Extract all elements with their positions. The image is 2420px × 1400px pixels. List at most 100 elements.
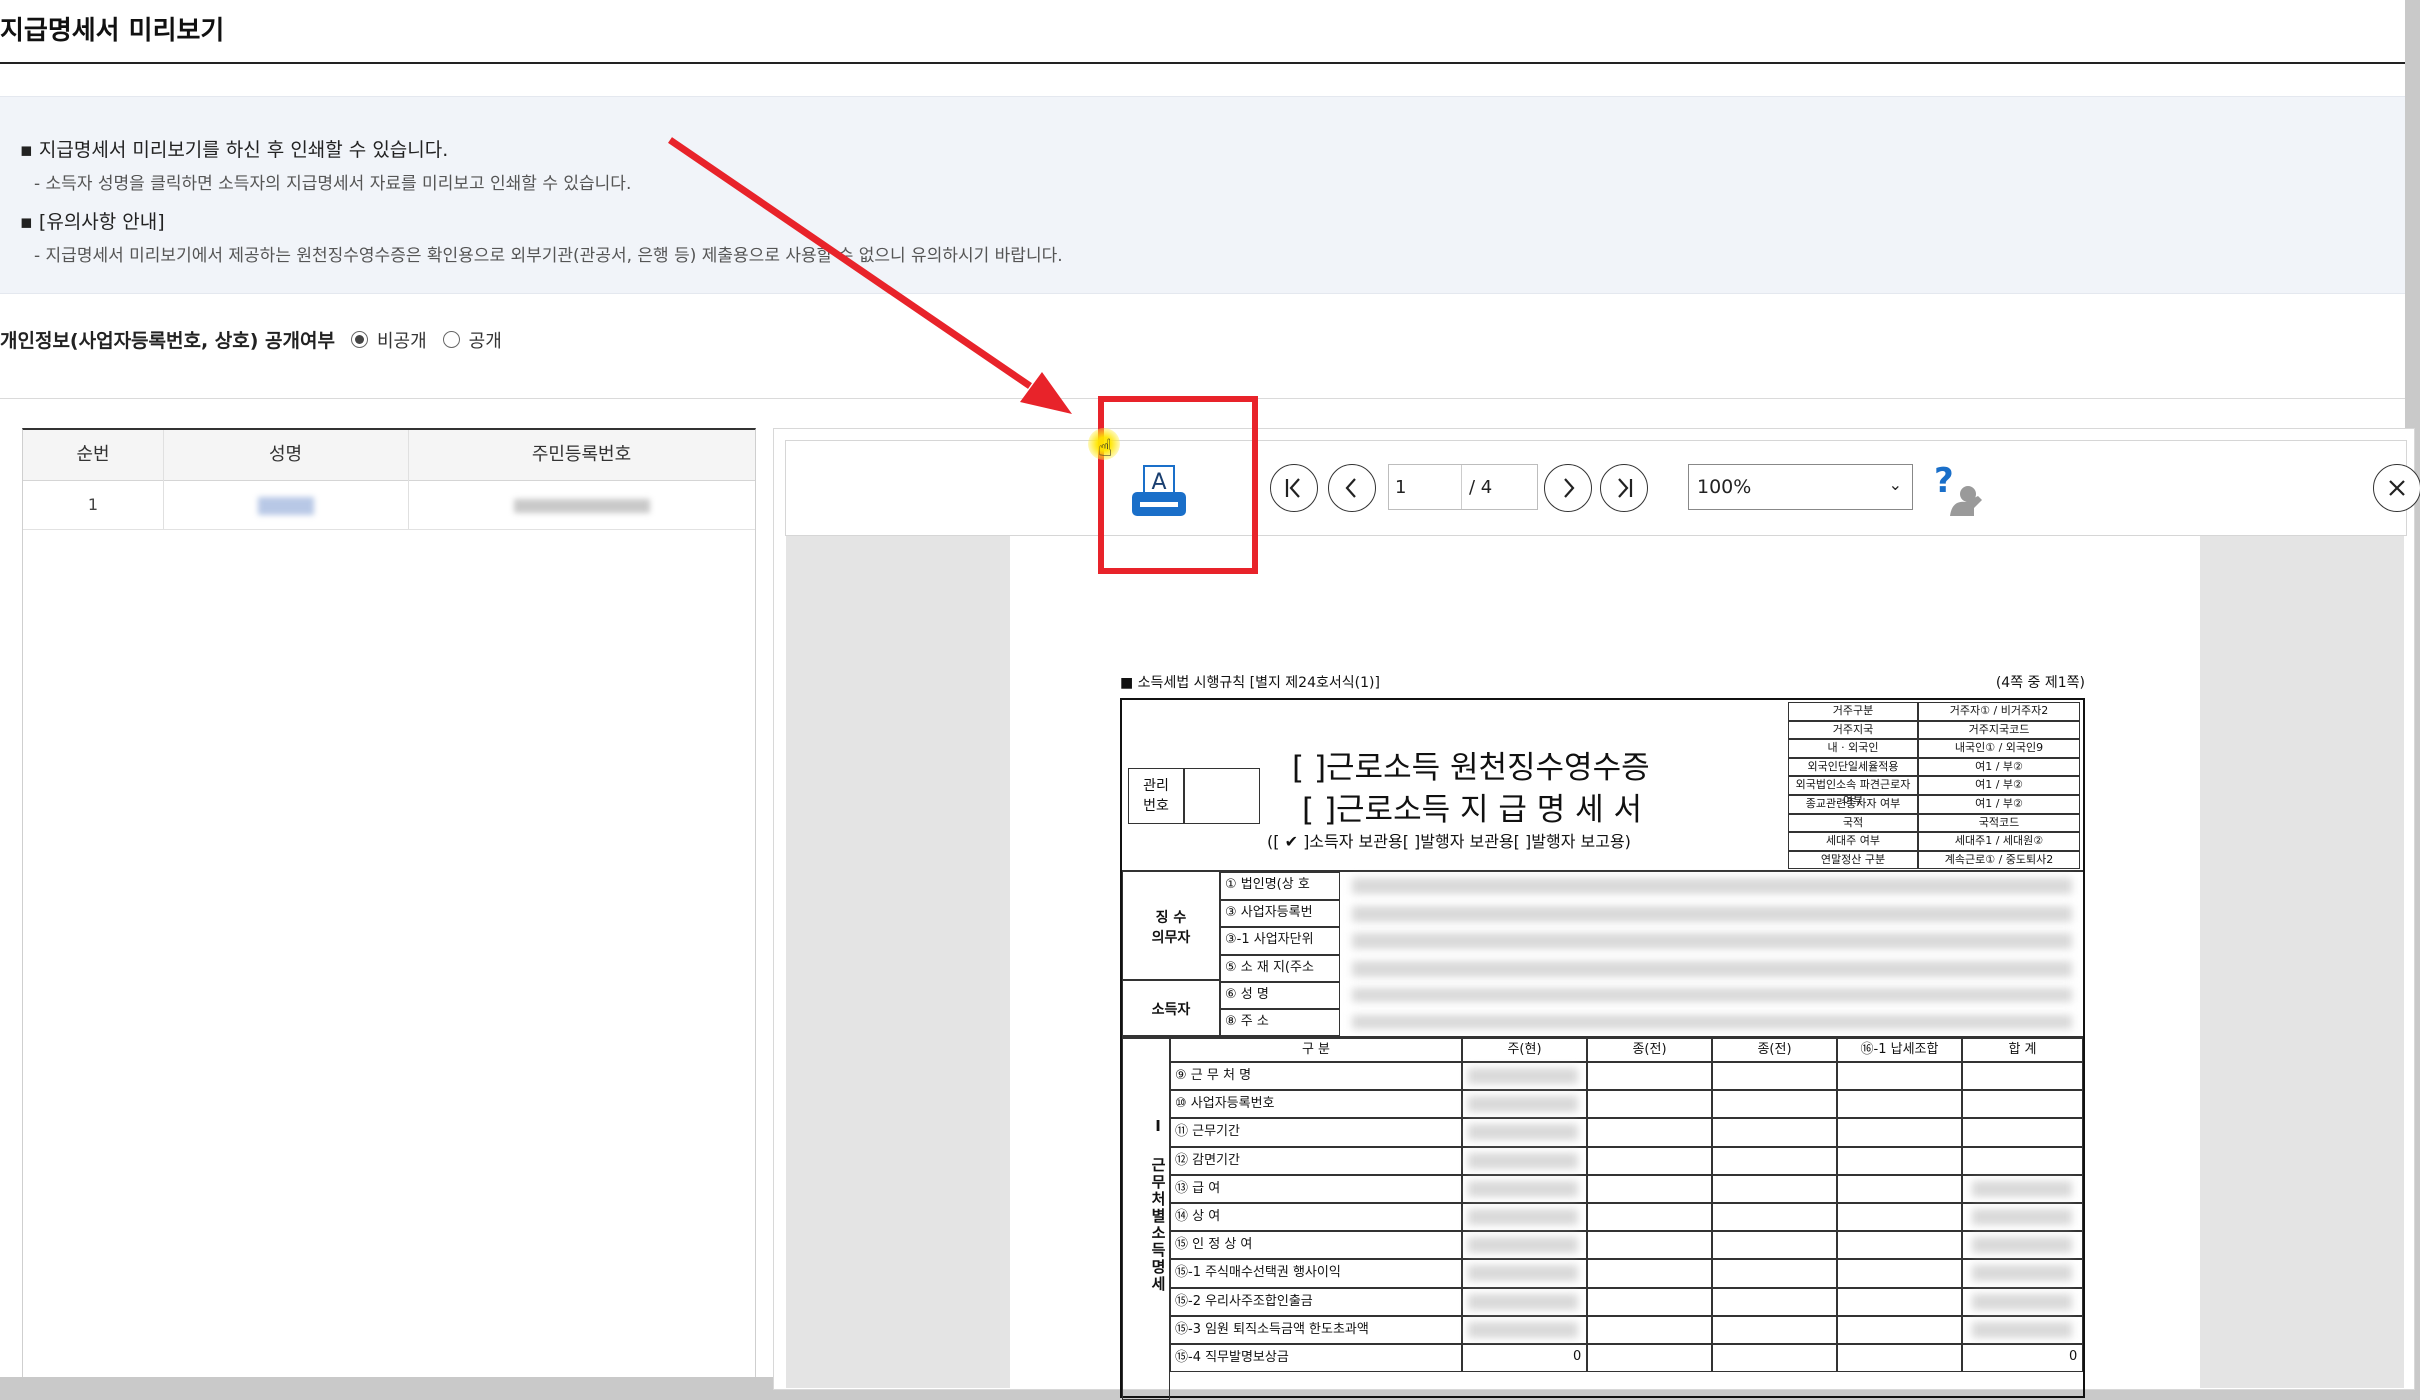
grid-cell [1587, 1259, 1712, 1288]
redacted-field [1972, 1209, 2072, 1225]
notice-box: ▪ 지급명세서 미리보기를 하신 후 인쇄할 수 있습니다. - 소득자 성명을… [0, 96, 2405, 294]
chevron-right-icon [1564, 478, 1575, 498]
notice-line-2: ▪ [유의사항 안내] [20, 211, 165, 233]
resident-info-key: 세대주 여부 [1788, 832, 1918, 851]
redacted-field [1972, 1293, 2072, 1310]
resident-info-key: 종교관련종사자 여부 [1788, 795, 1918, 814]
grid-cell [1712, 1344, 1837, 1373]
grid-cell [1837, 1315, 1962, 1344]
chevron-left-icon [1345, 478, 1356, 498]
grid-cell [1712, 1062, 1837, 1091]
grid-cell [1962, 1118, 2083, 1147]
resident-info-value: 거주자① / 비거주자2 [1918, 702, 2080, 721]
next-page-button[interactable] [1544, 464, 1592, 512]
grid-row-label: ⑩ 사업자등록번호 [1170, 1090, 1462, 1119]
redacted-field [1468, 1152, 1578, 1169]
grid-row-label: ⑫ 감면기간 [1170, 1146, 1462, 1175]
total-pages: / 4 [1469, 477, 1493, 498]
row-name-link[interactable] [163, 481, 408, 529]
notice-line-2-text: [유의사항 안내] [38, 211, 165, 233]
grid-cell [1712, 1259, 1837, 1288]
grid-cell [1712, 1231, 1837, 1260]
form-title-1: [ ]근로소득 원천징수영수증 [1292, 750, 1650, 786]
resident-info-value: 여1 / 부② [1918, 757, 2080, 777]
grid-value-current: 0 [1573, 1349, 1582, 1364]
form-subtitle: ([ ✔ ]소득자 보관용[ ]발행자 보관용[ ]발행자 보고용) [1267, 832, 1631, 851]
redacted-field [1468, 1265, 1578, 1282]
earner-field-label: ⑧ 주 소 [1220, 1009, 1340, 1036]
grid-cell [1712, 1315, 1837, 1344]
resident-info-value: 거주지국코드 [1918, 720, 2080, 740]
radio-private-label: 비공개 [376, 330, 427, 352]
redacted-field [1352, 988, 2072, 1002]
form-body: 관리 번호 [ ]근로소득 원천징수영수증 [ ]근로소득 지 급 명 세 서 … [1120, 698, 2085, 1400]
redacted-field [1352, 960, 2072, 977]
grid-row-label: ⑪ 근무기간 [1170, 1118, 1462, 1147]
grid-cell [1837, 1203, 1962, 1232]
payer-field-label: ⑤ 소 재 지(주소 [1220, 954, 1340, 982]
resident-info-key: 내 · 외국인 [1788, 739, 1918, 758]
redacted-field [1468, 1293, 1578, 1310]
redacted-field [1468, 1321, 1578, 1338]
radio-public-indicator[interactable] [442, 331, 460, 348]
help-button[interactable]: ? [1930, 458, 1990, 518]
grid-cell [1712, 1146, 1837, 1175]
grid-cell [1837, 1344, 1962, 1373]
grid-row-label: ⑮-1 주식매수선택권 행사이익 [1170, 1259, 1462, 1288]
redacted-field [1972, 1237, 2072, 1254]
resident-info-value: 여1 / 부② [1918, 776, 2080, 795]
grid-header-cell: 주(현) [1462, 1038, 1587, 1062]
help-question-icon: ? [1934, 461, 1982, 516]
zoom-select[interactable]: 100% ⌄ [1688, 464, 1913, 510]
grid-header-cell: 종(전) [1587, 1038, 1712, 1062]
redacted-field [1972, 1321, 2072, 1338]
grid-row-label: ⑨ 근 무 처 명 [1170, 1062, 1462, 1091]
close-viewer-button[interactable] [2373, 464, 2420, 512]
current-page[interactable]: 1 [1395, 477, 1406, 498]
table-row[interactable]: 1 [23, 481, 755, 530]
grid-header-cell: ⑯-1 납세조합 [1837, 1038, 1962, 1062]
grid-cell [1587, 1146, 1712, 1175]
section-1-label: Ⅰ 근무처별소득명세 [1122, 1038, 1170, 1400]
grid-header-cell: 종(전) [1712, 1038, 1837, 1062]
viewer-toolbar [785, 440, 2407, 536]
last-page-icon [1618, 478, 1633, 498]
radio-private-indicator[interactable] [350, 331, 368, 348]
zoom-value: 100% [1697, 476, 1752, 498]
prev-page-button[interactable] [1328, 464, 1376, 512]
print-highlight-box [1098, 396, 1258, 574]
last-page-button[interactable] [1600, 464, 1648, 512]
close-icon [2389, 480, 2405, 496]
earner-list: 순번 성명 주민등록번호 1 [22, 428, 756, 1377]
grid-cell [1587, 1344, 1712, 1373]
grid-header-cell: 구 분 [1170, 1038, 1462, 1062]
chevron-down-icon: ⌄ [1888, 475, 1902, 494]
resident-info-value: 세대주1 / 세대원② [1918, 832, 2080, 851]
grid-header-cell: 합 계 [1962, 1038, 2083, 1062]
redacted-field [1468, 1237, 1578, 1254]
resident-info-key: 연말정산 구분 [1788, 850, 1918, 870]
redacted-field [1468, 1096, 1578, 1113]
row-rrn [408, 481, 755, 529]
grid-cell [1462, 1344, 1587, 1373]
resident-info-value: 내국인① / 외국인9 [1918, 739, 2080, 758]
redacted-field [1972, 1180, 2072, 1197]
grid-cell [1837, 1174, 1962, 1203]
first-page-button[interactable] [1270, 464, 1318, 512]
grid-cell [1962, 1146, 2083, 1175]
resident-info-value: 여1 / 부② [1918, 795, 2080, 814]
resident-info-value: 국적코드 [1918, 813, 2080, 833]
col-header-name: 성명 [268, 444, 303, 465]
page-number-input[interactable]: 1 / 4 [1388, 464, 1538, 510]
payer-field-label: ① 법인명(상 호 [1220, 872, 1340, 900]
col-header-rrn: 주민등록번호 [531, 444, 632, 465]
grid-row-label: ⑬ 급 여 [1170, 1174, 1462, 1203]
grid-cell [1837, 1118, 1962, 1147]
grid-cell [1837, 1259, 1962, 1288]
radio-public[interactable]: 공개 [442, 327, 502, 353]
grid-cell [1587, 1174, 1712, 1203]
grid-cell [1837, 1146, 1962, 1175]
radio-private[interactable]: 비공개 [350, 327, 427, 353]
redacted-field [1972, 1265, 2072, 1282]
grid-cell [1712, 1118, 1837, 1147]
